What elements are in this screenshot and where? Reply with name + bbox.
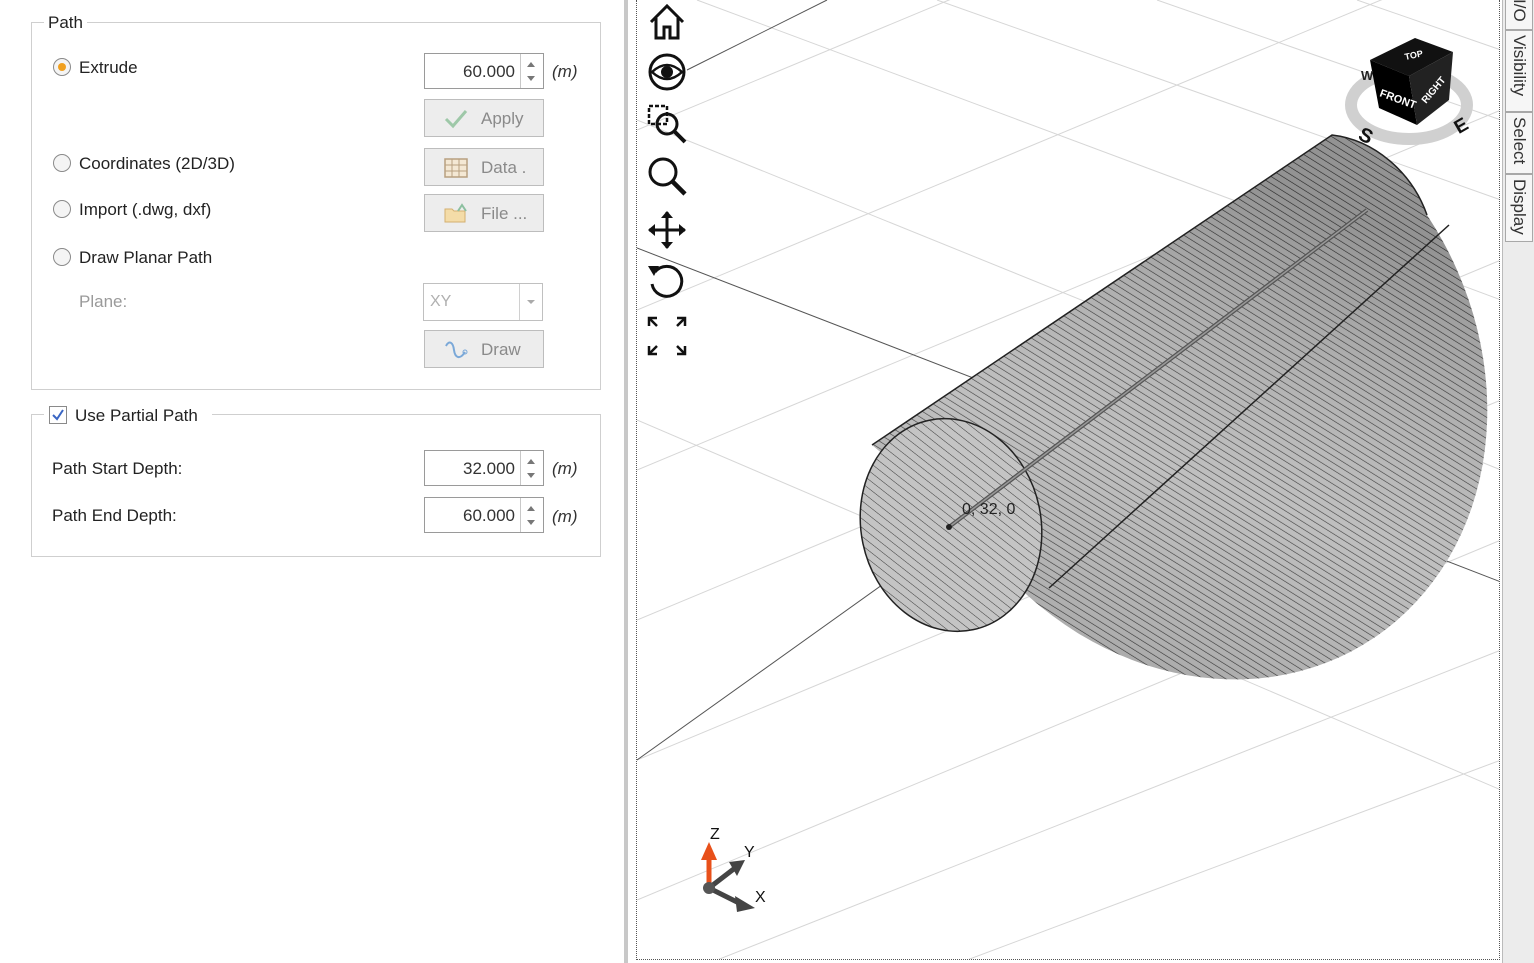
home-icon[interactable] bbox=[645, 0, 689, 44]
side-tab-strip: I/O Visibility Select Display bbox=[1502, 0, 1534, 963]
extrude-label[interactable]: Extrude bbox=[79, 58, 138, 78]
file-button-label: File ... bbox=[481, 204, 528, 223]
tab-display-label: Display bbox=[1510, 179, 1529, 235]
path-start-depth-value: 32.000 bbox=[463, 459, 515, 478]
checkmark-icon bbox=[444, 110, 468, 129]
coordinates-label[interactable]: Coordinates (2D/3D) bbox=[79, 154, 235, 174]
spin-up-icon[interactable] bbox=[527, 62, 535, 67]
extrude-length-input[interactable]: 60.000 bbox=[424, 53, 544, 89]
tab-io[interactable]: I/O bbox=[1505, 0, 1533, 30]
view-cube[interactable]: TOP FRONT RIGHT W S E bbox=[1345, 38, 1473, 149]
fit-extents-icon[interactable] bbox=[645, 314, 689, 358]
spin-down-icon[interactable] bbox=[527, 76, 535, 81]
use-partial-path-checkbox[interactable] bbox=[49, 406, 67, 424]
spin-up-icon[interactable] bbox=[527, 459, 535, 464]
compass-west[interactable]: W bbox=[1361, 68, 1374, 83]
point-coordinate-label: 0, 32, 0 bbox=[962, 501, 1015, 518]
start-depth-unit: (m) bbox=[552, 459, 578, 478]
draw-button[interactable]: Draw bbox=[424, 330, 544, 368]
extrude-unit: (m) bbox=[552, 62, 578, 81]
zoom-window-icon[interactable] bbox=[645, 102, 689, 146]
use-partial-path-label[interactable]: Use Partial Path bbox=[75, 406, 198, 426]
axis-z-label: Z bbox=[710, 826, 720, 843]
tab-visibility[interactable]: Visibility bbox=[1505, 30, 1533, 112]
pan-icon[interactable] bbox=[645, 208, 689, 252]
draw-planar-label[interactable]: Draw Planar Path bbox=[79, 248, 212, 268]
axis-triad: Z Y X bbox=[701, 826, 766, 912]
spin-up-icon[interactable] bbox=[527, 506, 535, 511]
scene-canvas[interactable]: 0, 32, 0 TOP FRONT RIGHT W S E Z Y X bbox=[637, 0, 1500, 960]
tab-display[interactable]: Display bbox=[1505, 174, 1533, 242]
path-end-depth-input[interactable]: 60.000 bbox=[424, 497, 544, 533]
coordinates-radio[interactable] bbox=[53, 154, 71, 172]
path-start-depth-input[interactable]: 32.000 bbox=[424, 450, 544, 486]
chevron-down-icon[interactable] bbox=[519, 284, 542, 320]
extruded-cylinder[interactable] bbox=[841, 134, 1488, 680]
extrude-length-value: 60.000 bbox=[463, 62, 515, 81]
end-depth-unit: (m) bbox=[552, 507, 578, 526]
import-radio[interactable] bbox=[53, 200, 71, 218]
spin-down-icon[interactable] bbox=[527, 473, 535, 478]
tab-io-label: I/O bbox=[1510, 0, 1529, 22]
data-button-label: Data . bbox=[481, 158, 527, 177]
path-group-title: Path bbox=[44, 13, 87, 33]
tab-select-label: Select bbox=[1510, 117, 1529, 165]
plane-select-value: XY bbox=[430, 293, 452, 310]
check-icon bbox=[52, 409, 64, 421]
zoom-icon[interactable] bbox=[645, 154, 689, 198]
axis-y-label: Y bbox=[744, 844, 755, 861]
draw-planar-radio[interactable] bbox=[53, 248, 71, 266]
apply-button[interactable]: Apply bbox=[424, 99, 544, 137]
rotate-icon[interactable] bbox=[645, 260, 689, 304]
path-end-depth-value: 60.000 bbox=[463, 506, 515, 525]
file-button[interactable]: File ... bbox=[424, 194, 544, 232]
extrude-radio[interactable] bbox=[53, 58, 71, 76]
data-button[interactable]: Data . bbox=[424, 148, 544, 186]
path-end-depth-label: Path End Depth: bbox=[52, 506, 177, 525]
panel-splitter[interactable] bbox=[624, 0, 628, 963]
axis-x-label: X bbox=[755, 889, 766, 906]
plane-label: Plane: bbox=[79, 292, 128, 311]
table-icon bbox=[444, 158, 468, 178]
3d-viewport[interactable]: 0, 32, 0 TOP FRONT RIGHT W S E Z Y X bbox=[636, 0, 1500, 960]
spin-down-icon[interactable] bbox=[527, 520, 535, 525]
extrude-spinner[interactable] bbox=[520, 54, 543, 88]
end-depth-spinner[interactable] bbox=[520, 498, 543, 532]
path-start-depth-label: Path Start Depth: bbox=[52, 459, 183, 478]
apply-button-label: Apply bbox=[481, 109, 524, 128]
plane-select[interactable]: XY bbox=[423, 283, 543, 321]
draw-button-label: Draw bbox=[481, 340, 521, 359]
start-depth-spinner[interactable] bbox=[520, 451, 543, 485]
folder-open-icon bbox=[444, 203, 467, 223]
import-label[interactable]: Import (.dwg, dxf) bbox=[79, 200, 211, 220]
tab-visibility-label: Visibility bbox=[1510, 35, 1529, 97]
orbit-eye-icon[interactable] bbox=[645, 50, 689, 94]
path-settings-panel: Path Extrude 60.000 (m) Apply Coordinate… bbox=[0, 0, 624, 963]
tab-select[interactable]: Select bbox=[1505, 112, 1533, 174]
curve-draw-icon bbox=[445, 341, 468, 358]
